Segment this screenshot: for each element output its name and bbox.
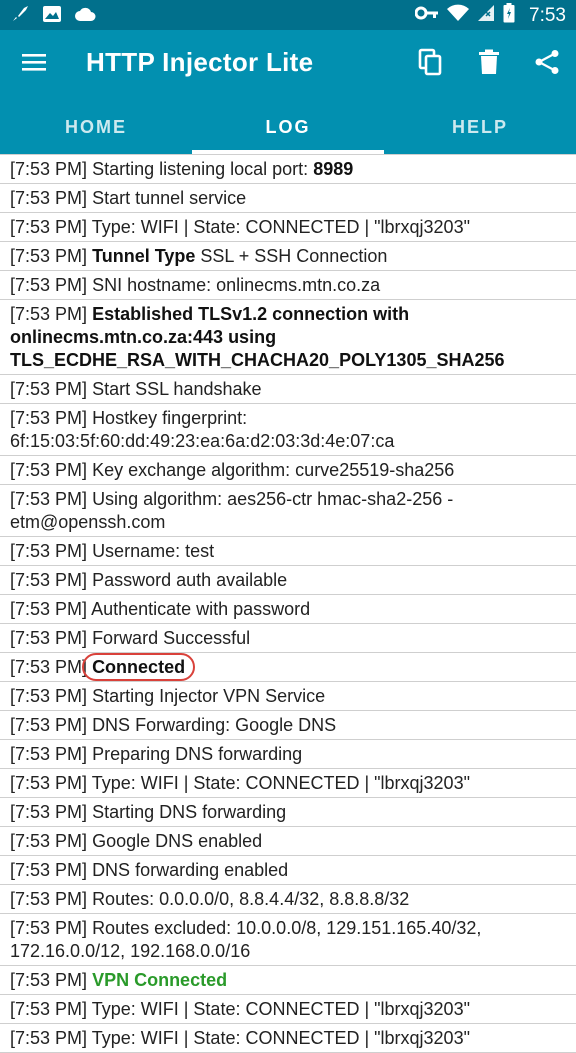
vpn-key-icon: [414, 6, 439, 25]
log-row: [7:53 PM] VPN Connected: [0, 966, 576, 995]
log-row: [7:53 PM] Authenticate with password: [0, 595, 576, 624]
tab-log[interactable]: LOG: [192, 108, 384, 154]
image-icon: [42, 5, 62, 28]
log-timestamp: [7:53 PM]: [10, 188, 88, 208]
log-row: [7:53 PM] SNI hostname: onlinecms.mtn.co…: [0, 271, 576, 300]
status-bar: 7:53: [0, 0, 576, 30]
rocket-icon: [10, 4, 30, 29]
battery-icon: [503, 3, 515, 28]
log-row: [7:53 PM] Starting DNS forwarding: [0, 798, 576, 827]
log-timestamp: [7:53 PM]: [10, 570, 88, 590]
log-timestamp: [7:53 PM]: [10, 379, 88, 399]
log-message: Start tunnel service: [92, 188, 247, 208]
wifi-icon: [447, 4, 470, 27]
log-row: [7:53 PM] Preparing DNS forwarding: [0, 740, 576, 769]
log-timestamp: [7:53 PM]: [10, 999, 88, 1019]
log-timestamp: [7:53 PM]: [10, 460, 88, 480]
log-timestamp: [7:53 PM]: [10, 304, 88, 324]
log-row: [7:53 PM] Type: WIFI | State: CONNECTED …: [0, 1024, 576, 1053]
log-message: Google DNS enabled: [92, 831, 263, 851]
log-row: [7:53 PM] Using algorithm: aes256-ctr hm…: [0, 485, 576, 537]
log-message-bold: Connected: [82, 653, 196, 681]
clock-time: 7:53: [529, 4, 566, 26]
log-timestamp: [7:53 PM]: [10, 802, 88, 822]
log-message: Type: WIFI | State: CONNECTED | "lbrxqj3…: [91, 217, 470, 237]
log-message: Authenticate with password: [91, 599, 311, 619]
log-timestamp: [7:53 PM]: [10, 1028, 88, 1048]
log-timestamp: [7:53 PM]: [10, 773, 88, 793]
log-row: [7:53 PM] Start SSL handshake: [0, 375, 576, 404]
log-message: DNS forwarding enabled: [92, 860, 289, 880]
log-row: [7:53 PM] Type: WIFI | State: CONNECTED …: [0, 995, 576, 1024]
log-message: Forward Successful: [92, 628, 251, 648]
log-timestamp: [7:53 PM]: [10, 246, 88, 266]
log-message: Starting DNS forwarding: [92, 802, 287, 822]
log-timestamp: [7:53 PM]: [10, 489, 88, 509]
tab-bar: HOME LOG HELP: [0, 108, 576, 154]
log-row: [7:53 PM] Routes: 0.0.0.0/0, 8.8.4.4/32,…: [0, 885, 576, 914]
app-bar: HTTP Injector Lite HOME LOG HELP: [0, 30, 576, 154]
log-message: Preparing DNS forwarding: [92, 744, 303, 764]
log-timestamp: [7:53 PM]: [10, 889, 88, 909]
cellular-signal-icon: [477, 4, 495, 27]
log-row: [7:53 PM] Google DNS enabled: [0, 827, 576, 856]
log-row: [7:53 PM] Type: WIFI | State: CONNECTED …: [0, 213, 576, 242]
log-timestamp: [7:53 PM]: [10, 831, 88, 851]
log-row: [7:53 PM] Established TLSv1.2 connection…: [0, 300, 576, 375]
log-message: Key exchange algorithm: curve25519-sha25…: [92, 460, 455, 480]
log-row: [7:53 PM] Starting listening local port:…: [0, 154, 576, 184]
log-message: Type: WIFI | State: CONNECTED | "lbrxqj3…: [91, 1028, 470, 1048]
log-timestamp: [7:53 PM]: [10, 599, 88, 619]
log-timestamp: [7:53 PM]: [10, 217, 88, 237]
log-row: [7:53 PM] Connected: [0, 653, 576, 682]
app-title: HTTP Injector Lite: [86, 47, 314, 77]
log-message: Username: test: [92, 541, 215, 561]
delete-icon[interactable]: [474, 46, 504, 78]
cloud-icon: [74, 6, 96, 27]
log-message-bold: 8989: [313, 159, 354, 179]
log-timestamp: [7:53 PM]: [10, 860, 88, 880]
share-icon[interactable]: [532, 46, 562, 78]
log-row: [7:53 PM] Username: test: [0, 537, 576, 566]
log-row: [7:53 PM] Hostkey fingerprint: 6f:15:03:…: [0, 404, 576, 456]
log-row: [7:53 PM] DNS forwarding enabled: [0, 856, 576, 885]
tab-help[interactable]: HELP: [384, 108, 576, 154]
log-list[interactable]: [7:53 PM] Starting listening local port:…: [0, 154, 576, 1053]
tab-home[interactable]: HOME: [0, 108, 192, 154]
log-row: [7:53 PM] Start tunnel service: [0, 184, 576, 213]
log-row: [7:53 PM] DNS Forwarding: Google DNS: [0, 711, 576, 740]
log-message: Type: WIFI | State: CONNECTED | "lbrxqj3…: [91, 773, 470, 793]
log-message-bold: Tunnel Type: [92, 246, 196, 266]
log-message: Start SSL handshake: [92, 379, 262, 399]
log-message: DNS Forwarding: Google DNS: [92, 715, 337, 735]
log-timestamp: [7:53 PM]: [10, 408, 88, 428]
copy-icon[interactable]: [416, 46, 446, 78]
log-timestamp: [7:53 PM]: [10, 744, 88, 764]
log-message: Starting listening local port:: [92, 159, 309, 179]
log-timestamp: [7:53 PM]: [10, 159, 88, 179]
log-message: Routes: 0.0.0.0/0, 8.8.4.4/32, 8.8.8.8/3…: [92, 889, 410, 909]
log-status-success: VPN Connected: [92, 970, 228, 990]
log-message: Type: WIFI | State: CONNECTED | "lbrxqj3…: [91, 999, 470, 1019]
menu-icon[interactable]: [20, 50, 52, 80]
log-row: [7:53 PM] Routes excluded: 10.0.0.0/8, 1…: [0, 914, 576, 966]
log-message: Password auth available: [92, 570, 288, 590]
log-timestamp: [7:53 PM]: [10, 657, 88, 677]
log-message: SNI hostname: onlinecms.mtn.co.za: [92, 275, 381, 295]
log-message: SSL + SSH Connection: [195, 246, 388, 266]
log-message: Starting Injector VPN Service: [92, 686, 326, 706]
log-row: [7:53 PM] Tunnel Type SSL + SSH Connecti…: [0, 242, 576, 271]
log-row: [7:53 PM] Type: WIFI | State: CONNECTED …: [0, 769, 576, 798]
log-timestamp: [7:53 PM]: [10, 275, 88, 295]
log-row: [7:53 PM] Starting Injector VPN Service: [0, 682, 576, 711]
log-row: [7:53 PM] Password auth available: [0, 566, 576, 595]
log-timestamp: [7:53 PM]: [10, 918, 88, 938]
log-timestamp: [7:53 PM]: [10, 628, 88, 648]
log-timestamp: [7:53 PM]: [10, 715, 88, 735]
log-row: [7:53 PM] Forward Successful: [0, 624, 576, 653]
log-timestamp: [7:53 PM]: [10, 970, 88, 990]
log-timestamp: [7:53 PM]: [10, 541, 88, 561]
log-row: [7:53 PM] Key exchange algorithm: curve2…: [0, 456, 576, 485]
log-timestamp: [7:53 PM]: [10, 686, 88, 706]
